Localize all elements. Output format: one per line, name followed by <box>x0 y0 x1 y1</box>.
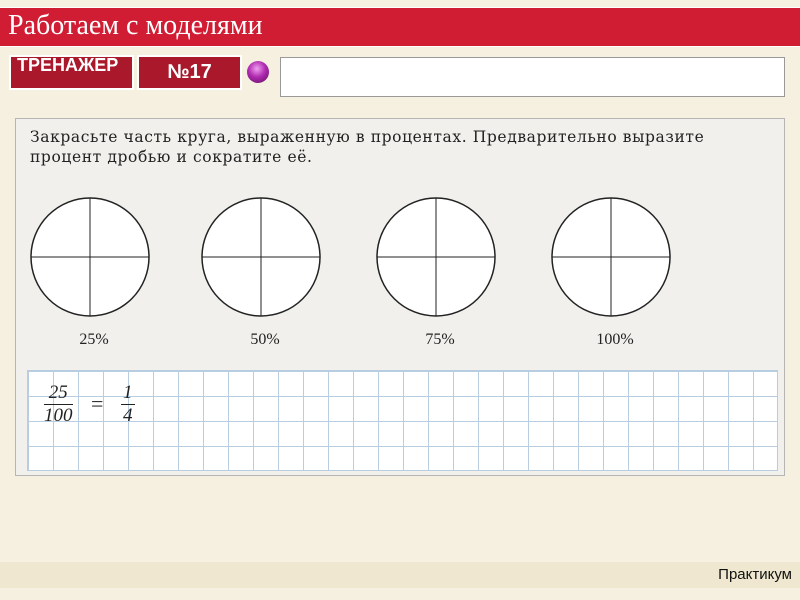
task-number-button[interactable]: №17 <box>137 55 242 90</box>
task-text: Закрасьте часть круга, выраженную в проц… <box>30 128 705 166</box>
circle-label: 75% <box>425 331 455 348</box>
footer-bar: Практикум <box>0 562 800 588</box>
title-bar: Работаем с моделями <box>0 7 800 47</box>
denominator: 4 <box>123 405 133 426</box>
circle-75[interactable] <box>376 197 496 317</box>
denominator: 100 <box>44 405 73 426</box>
check-answer-button[interactable] <box>247 61 269 83</box>
grid-paper: 25 100 = 1 4 <box>27 370 778 471</box>
circle-100[interactable] <box>551 197 671 317</box>
fraction-original: 25 100 <box>44 382 73 427</box>
equals-sign: = <box>91 391 104 416</box>
numerator: 25 <box>44 382 73 405</box>
page-title: Работаем с моделями <box>8 10 263 41</box>
circle-25[interactable] <box>30 197 150 317</box>
circle-label: 25% <box>79 331 109 348</box>
numerator: 1 <box>121 382 135 405</box>
circle-label: 50% <box>250 331 280 348</box>
answer-input[interactable] <box>280 57 785 97</box>
circle-label: 100% <box>596 331 634 348</box>
fraction-reduced: 1 4 <box>121 382 135 427</box>
trainer-button[interactable]: ТРЕНАЖЕР <box>9 55 134 90</box>
footer-label: Практикум <box>718 566 792 583</box>
task-panel: Закрасьте часть круга, выраженную в проц… <box>15 118 785 476</box>
circle-50[interactable] <box>201 197 321 317</box>
